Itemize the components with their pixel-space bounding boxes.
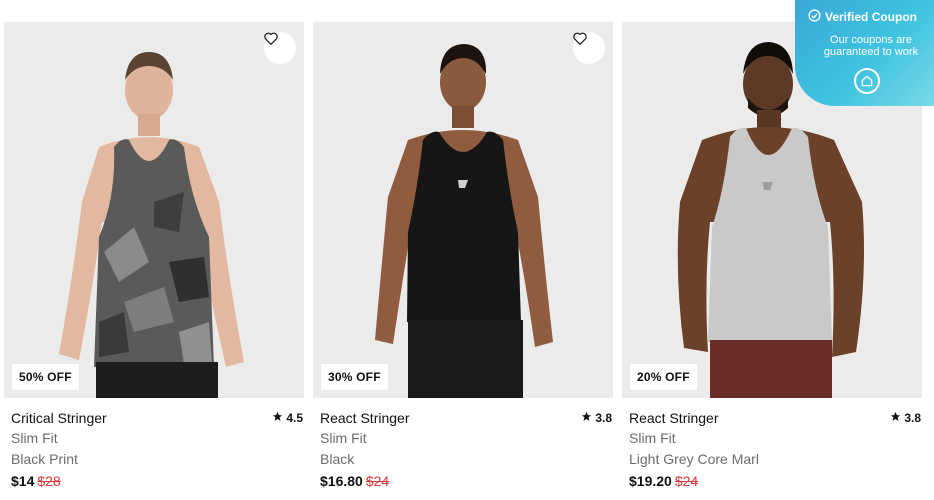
product-card[interactable]: 30% OFF React Stringer 3.8 Slim Fit Blac… <box>313 22 613 500</box>
product-name[interactable]: React Stringer <box>629 410 718 426</box>
verified-coupon-popup[interactable]: Verified Coupon Our coupons are guarante… <box>795 0 934 106</box>
product-rating: 3.8 <box>581 411 613 425</box>
wishlist-button[interactable] <box>264 32 296 64</box>
sale-price: $19.20 <box>629 473 672 489</box>
product-info: React Stringer 3.8 Slim Fit Light Grey C… <box>629 408 922 492</box>
price-row: $14 $28 <box>11 470 304 492</box>
product-fit: Slim Fit <box>629 430 676 446</box>
star-icon <box>890 411 901 425</box>
original-price: $28 <box>37 473 61 489</box>
discount-badge: 20% OFF <box>630 364 697 390</box>
product-fit: Slim Fit <box>11 430 58 446</box>
house-logo-icon <box>854 68 880 94</box>
product-color: Black <box>320 451 355 467</box>
wishlist-button[interactable] <box>573 32 605 64</box>
coupon-subtitle: Our coupons are guaranteed to work <box>823 34 919 58</box>
product-info: React Stringer 3.8 Slim Fit Black $16.80… <box>320 408 613 492</box>
product-name[interactable]: React Stringer <box>320 410 409 426</box>
coupon-title: Verified Coupon <box>825 10 918 24</box>
rating-value: 4.5 <box>286 411 303 425</box>
product-color: Black Print <box>11 451 78 467</box>
rating-value: 3.8 <box>904 411 921 425</box>
star-icon <box>272 411 283 425</box>
product-name[interactable]: Critical Stringer <box>11 410 107 426</box>
model-black-stringer-illustration <box>375 44 553 398</box>
product-rating: 4.5 <box>272 411 304 425</box>
model-camo-stringer-illustration <box>59 52 244 398</box>
product-info: Critical Stringer 4.5 Slim Fit Black Pri… <box>11 408 304 492</box>
sale-price: $16.80 <box>320 473 363 489</box>
product-grid: 50% OFF Critical Stringer 4.5 Slim Fit B… <box>0 0 934 500</box>
discount-badge: 30% OFF <box>321 364 388 390</box>
star-icon <box>581 411 592 425</box>
rating-value: 3.8 <box>595 411 612 425</box>
product-fit: Slim Fit <box>320 430 367 446</box>
price-row: $19.20 $24 <box>629 470 922 492</box>
product-rating: 3.8 <box>890 411 922 425</box>
original-price: $24 <box>674 473 699 489</box>
original-price: $24 <box>365 473 390 489</box>
product-image[interactable]: 30% OFF <box>313 22 613 398</box>
coupon-title-row: Verified Coupon <box>808 9 917 25</box>
discount-badge: 50% OFF <box>12 364 79 390</box>
sale-price: $14 <box>11 473 35 489</box>
product-card[interactable]: 50% OFF Critical Stringer 4.5 Slim Fit B… <box>4 22 304 500</box>
product-color: Light Grey Core Marl <box>629 451 759 467</box>
price-row: $16.80 $24 <box>320 470 613 492</box>
check-circle-icon <box>808 9 821 25</box>
product-image[interactable]: 50% OFF <box>4 22 304 398</box>
